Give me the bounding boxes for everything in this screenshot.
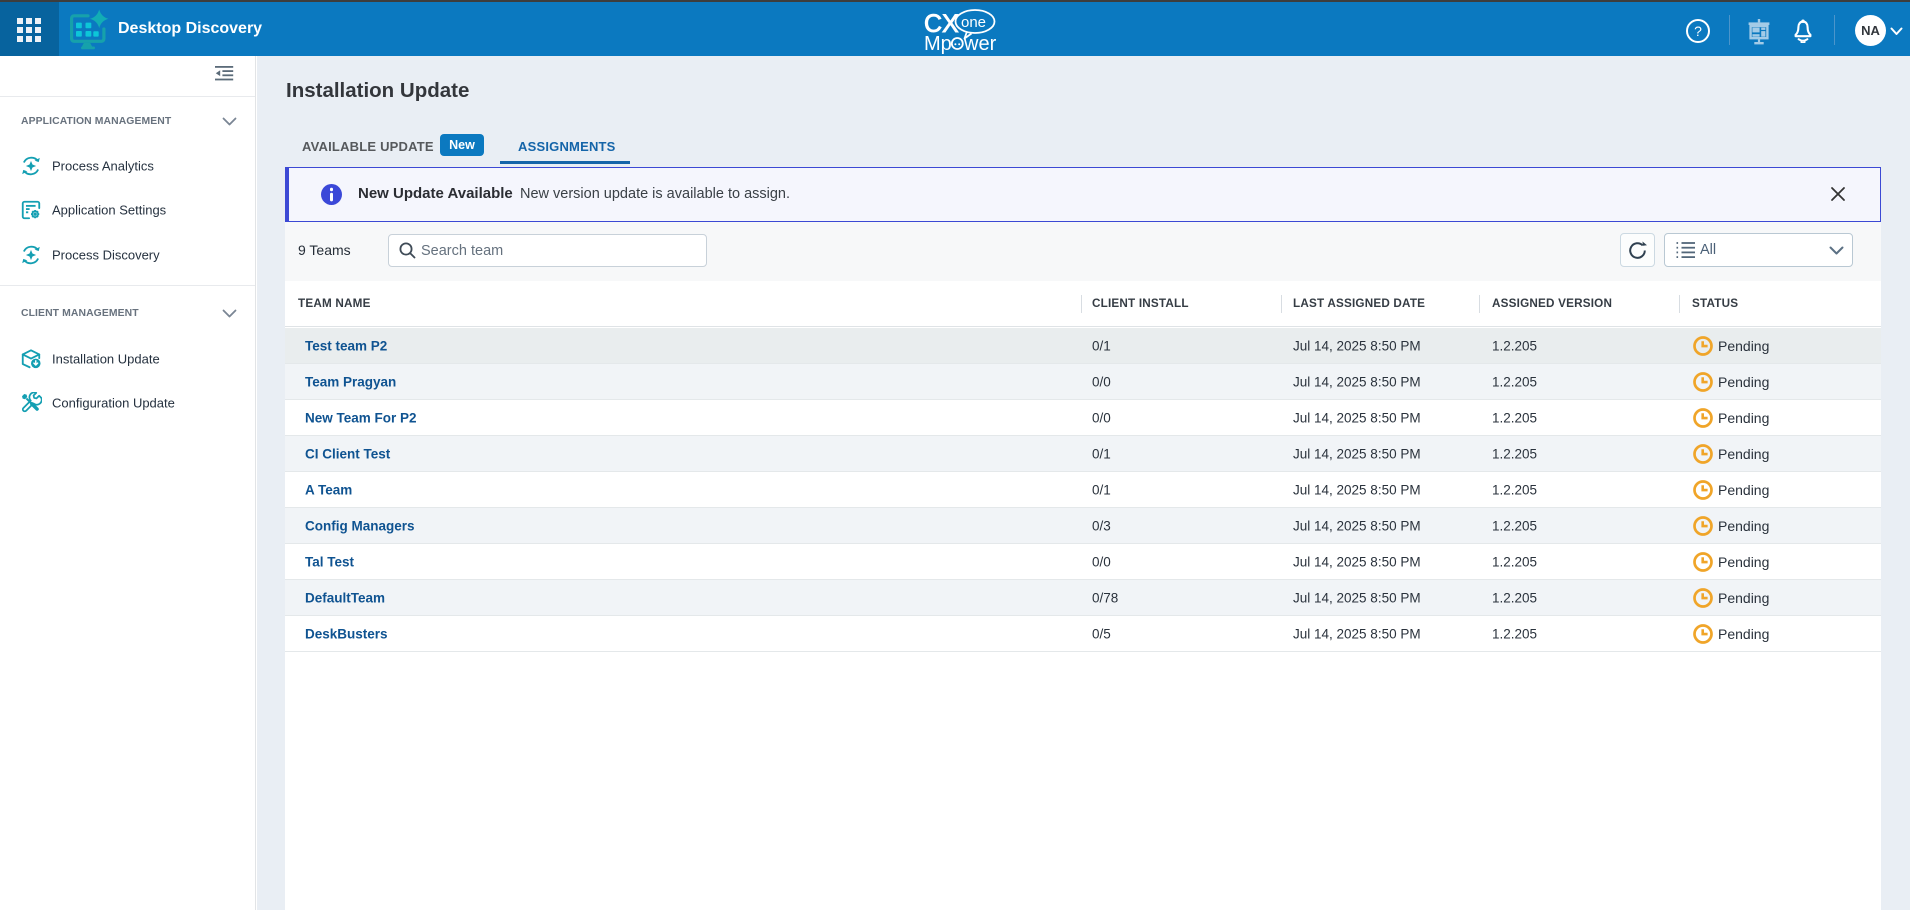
svg-text:wer: wer <box>963 33 997 55</box>
svg-text:Mp: Mp <box>924 33 952 55</box>
svg-text:?: ? <box>1694 23 1702 39</box>
svg-text:one: one <box>961 14 986 31</box>
